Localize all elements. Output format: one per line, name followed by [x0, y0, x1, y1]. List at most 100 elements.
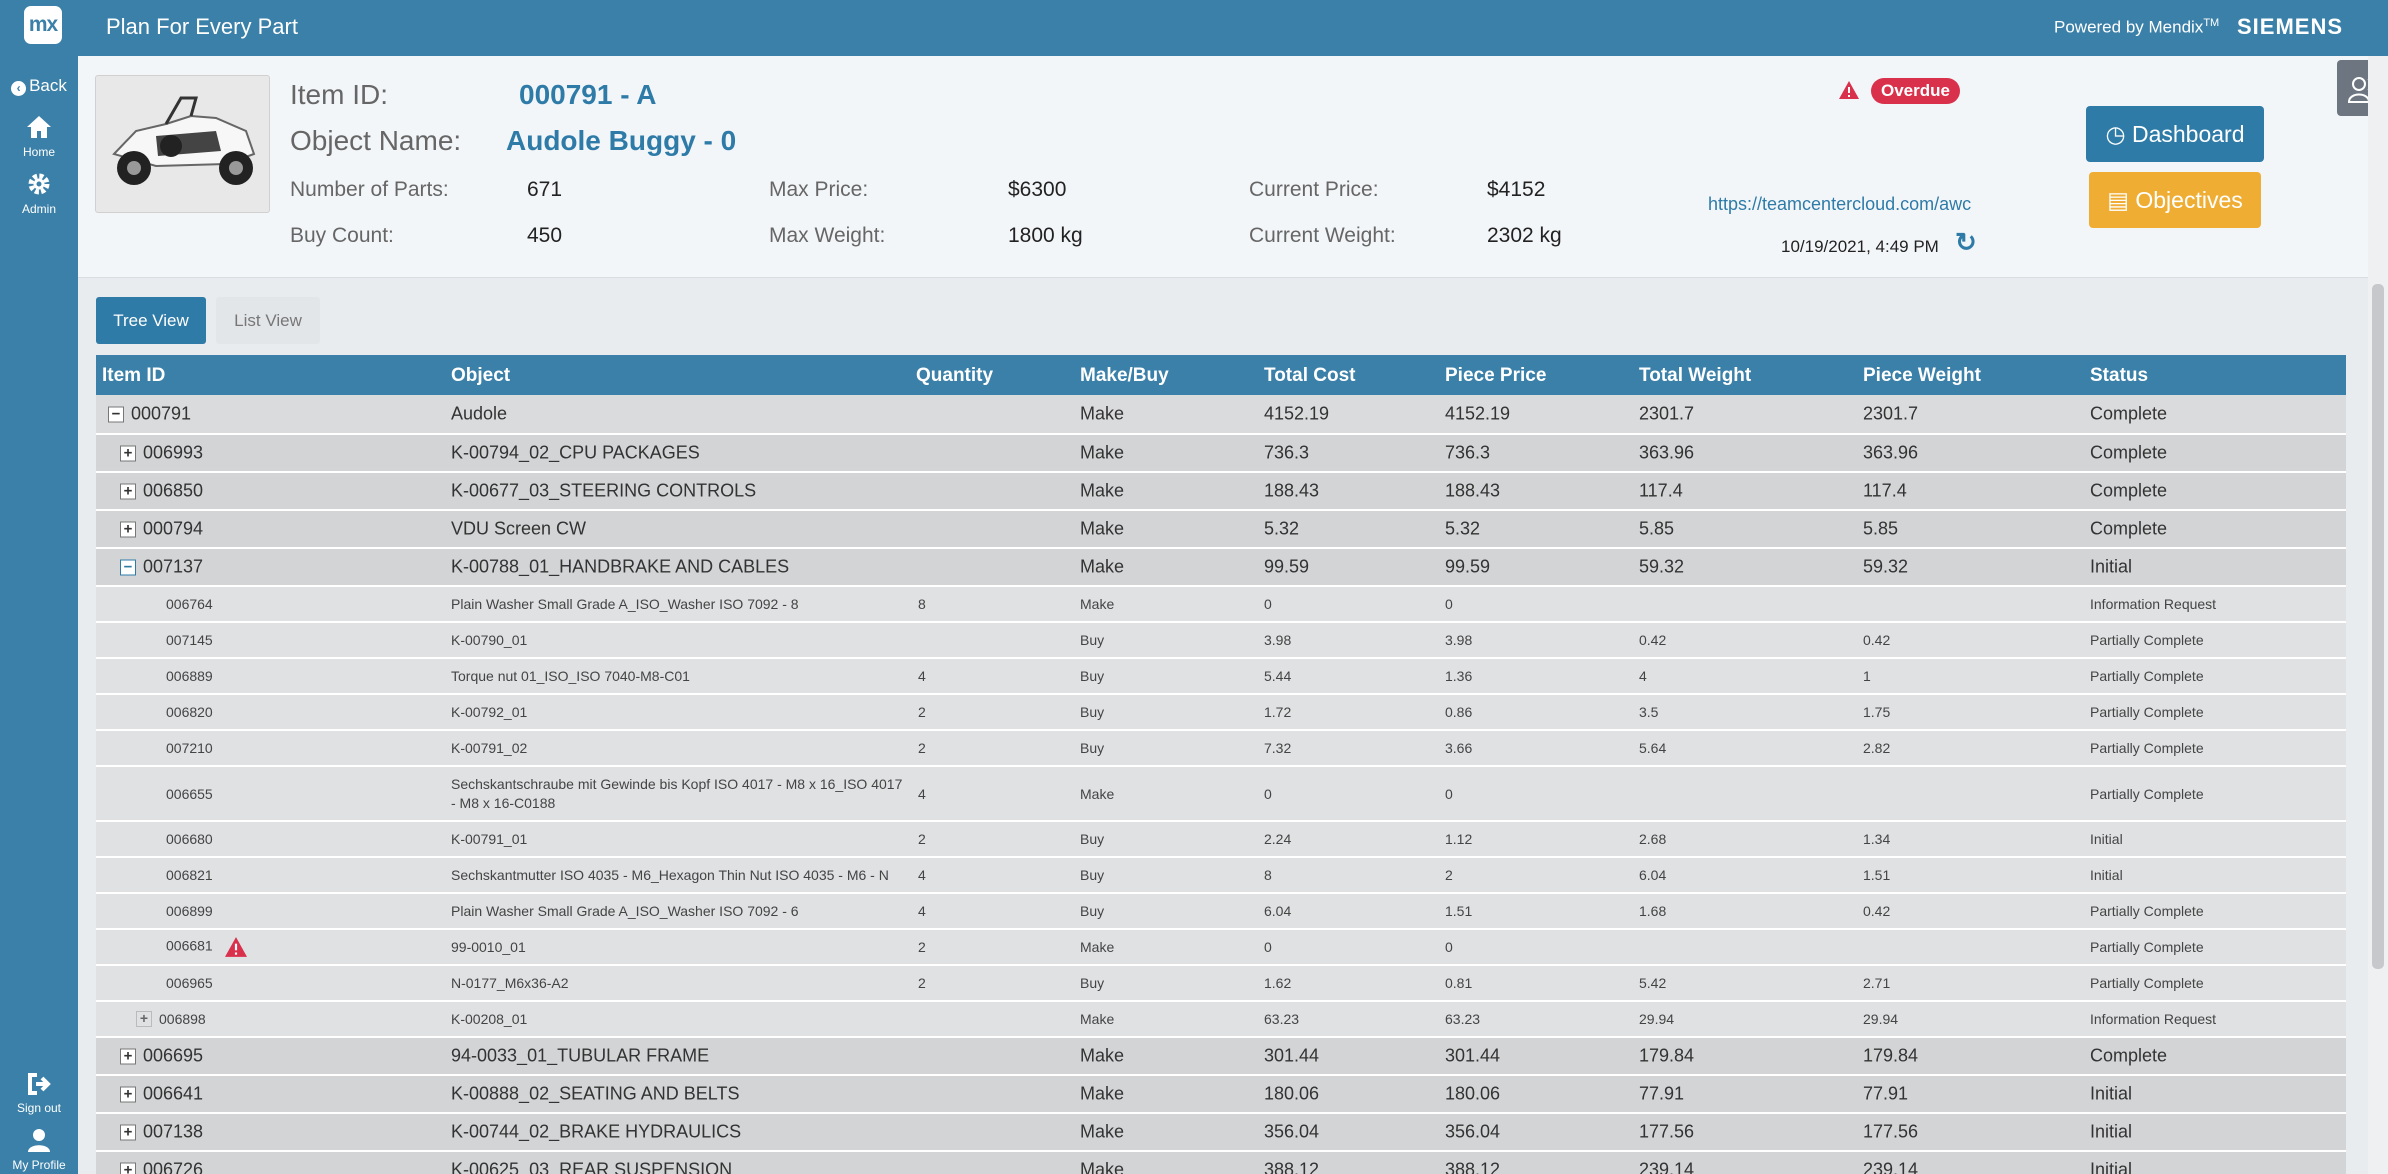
item-id-text[interactable]: 006726	[143, 1160, 203, 1174]
item-id-text[interactable]: 006655	[166, 786, 213, 802]
expand-icon[interactable]: +	[120, 445, 136, 462]
cell-item-id: 006681	[166, 936, 249, 958]
cell-status: Partially Complete	[2090, 704, 2204, 720]
col-header-total-weight[interactable]: Total Weight	[1639, 365, 1751, 387]
item-id-text[interactable]: 006889	[166, 668, 213, 684]
cell-piece-price: 63.23	[1445, 1011, 1481, 1027]
table-row[interactable]: +006726 K-00625_03_REAR SUSPENSION Make 388…	[96, 1152, 2346, 1174]
item-id-text[interactable]: 000791	[131, 404, 191, 424]
col-header-make-buy[interactable]: Make/Buy	[1080, 365, 1169, 387]
table-row[interactable]: +007138 K-00744_02_BRAKE HYDRAULICS Make 35…	[96, 1114, 2346, 1152]
cell-piece-price: 0	[1445, 939, 1453, 955]
table-row[interactable]: 006820 K-00792_01 2 Buy 1.72 0.86 3.5 1.75 Parti…	[96, 695, 2346, 731]
dashboard-button[interactable]: ◷ Dashboard	[2086, 106, 2264, 162]
expand-icon[interactable]: +	[120, 1162, 136, 1174]
table-row[interactable]: +000794 VDU Screen CW Make 5.32 5.32 5.85 5.85…	[96, 511, 2346, 549]
cell-total-weight: 363.96	[1639, 442, 1695, 463]
col-header-piece-weight[interactable]: Piece Weight	[1863, 365, 1981, 387]
user-icon	[0, 1127, 78, 1158]
table-row[interactable]: 006821 Sechskantmutter ISO 4035 - M6_Hexa…	[96, 858, 2346, 894]
overdue-badge: Overdue	[1871, 78, 1960, 104]
item-id-text[interactable]: 006820	[166, 704, 213, 720]
col-header-piece-price[interactable]: Piece Price	[1445, 365, 1546, 387]
item-id-text[interactable]: 006764	[166, 596, 213, 612]
table-row[interactable]: 006764 Plain Washer Small Grade A_ISO_Was…	[96, 587, 2346, 623]
cell-object: K-00625_03_REAR SUSPENSION	[451, 1159, 733, 1174]
sign-out-nav[interactable]: Sign out	[0, 1072, 78, 1115]
refresh-icon[interactable]: ↻	[1955, 227, 1977, 258]
cell-status: Partially Complete	[2090, 632, 2204, 648]
col-header-status[interactable]: Status	[2090, 365, 2148, 387]
col-header-quantity[interactable]: Quantity	[916, 365, 993, 387]
cell-status: Complete	[2090, 518, 2168, 539]
cell-piece-weight: 239.14	[1863, 1159, 1919, 1174]
expand-icon[interactable]: +	[120, 1048, 136, 1065]
cell-make: Make	[1080, 518, 1125, 539]
item-id-text[interactable]: 006695	[143, 1046, 203, 1066]
table-row[interactable]: −007137 K-00788_01_HANDBRAKE AND CABLES Ma…	[96, 549, 2346, 587]
warning-icon	[1838, 80, 1860, 105]
item-id-text[interactable]: 006641	[143, 1084, 203, 1104]
expand-icon[interactable]: +	[136, 1011, 152, 1027]
admin-nav[interactable]: Admin	[0, 171, 78, 216]
item-id-text[interactable]: 007145	[166, 632, 213, 648]
mendix-logo[interactable]: mx	[24, 6, 62, 44]
cell-total-cost: 180.06	[1264, 1083, 1320, 1104]
item-id-text[interactable]: 006821	[166, 867, 213, 883]
item-id-text[interactable]: 007137	[143, 557, 203, 577]
table-row[interactable]: +006898 K-00208_01 Make 63.23 63.23 29.94 29.9…	[96, 1002, 2346, 1038]
expand-icon[interactable]: +	[120, 1086, 136, 1103]
home-nav[interactable]: Home	[0, 114, 78, 159]
cell-piece-price: 1.51	[1445, 903, 1473, 919]
table-row[interactable]: 007145 K-00790_01 Buy 3.98 3.98 0.42 0.42 Parti…	[96, 623, 2346, 659]
item-id-text[interactable]: 007210	[166, 740, 213, 756]
table-row[interactable]: 006681 99-0010_01 2 Make 0 0 Partially Complet…	[96, 930, 2346, 966]
col-header-total-cost[interactable]: Total Cost	[1264, 365, 1355, 387]
tab-list-view[interactable]: List View	[216, 297, 320, 344]
table-row[interactable]: −000791 Audole Make 4152.19 4152.19 2301.7 230…	[96, 395, 2346, 435]
table-row[interactable]: 006965 N-0177_M6x36-A2 2 Buy 1.62 0.81 5.42 2.7…	[96, 966, 2346, 1002]
item-id-text[interactable]: 007138	[143, 1122, 203, 1142]
item-id-text[interactable]: 006993	[143, 443, 203, 463]
item-id-text[interactable]: 006899	[166, 903, 213, 919]
scrollbar-thumb[interactable]	[2372, 284, 2384, 969]
cell-item-id: +006993	[120, 443, 203, 464]
item-id-text[interactable]: 006850	[143, 481, 203, 501]
table-row[interactable]: 006680 K-00791_01 2 Buy 2.24 1.12 2.68 1.34 Init…	[96, 822, 2346, 858]
table-row[interactable]: 006655 Sechskantschraube mit Gewinde bis …	[96, 767, 2346, 822]
col-header-object[interactable]: Object	[451, 365, 510, 387]
table-row[interactable]: 007210 K-00791_02 2 Buy 7.32 3.66 5.64 2.82 Part…	[96, 731, 2346, 767]
cell-item-id: 006680	[166, 831, 213, 847]
table-row[interactable]: +006641 K-00888_02_SEATING AND BELTS Make 1…	[96, 1076, 2346, 1114]
cell-object: Audole	[451, 403, 508, 424]
expand-icon[interactable]: +	[120, 1124, 136, 1141]
objectives-button[interactable]: ▤ Objectives	[2089, 172, 2261, 228]
item-id-text[interactable]: 000794	[143, 519, 203, 539]
table-row[interactable]: +006850 K-00677_03_STEERING CONTROLS Make 1…	[96, 473, 2346, 511]
table-row[interactable]: +006993 K-00794_02_CPU PACKAGES Make 736.3 7…	[96, 435, 2346, 473]
cell-qty: 2	[918, 975, 926, 991]
tab-tree-view[interactable]: Tree View	[96, 297, 206, 344]
item-id-text[interactable]: 006965	[166, 975, 213, 991]
item-id-text[interactable]: 006898	[159, 1011, 206, 1027]
expand-icon[interactable]: +	[120, 521, 136, 538]
cell-total-weight: 5.42	[1639, 975, 1667, 991]
table-row[interactable]: +006695 94-0033_01_TUBULAR FRAME Make 301.4…	[96, 1038, 2346, 1076]
item-id-text[interactable]: 006681	[166, 938, 213, 954]
expand-icon[interactable]: +	[120, 483, 136, 500]
item-id-text[interactable]: 006680	[166, 831, 213, 847]
top-bar: mx Plan For Every Part Powered by Mendix…	[0, 0, 2388, 56]
list-icon: ▤	[2107, 187, 2129, 213]
cell-item-id: +006641	[120, 1084, 203, 1105]
col-header-item-id[interactable]: Item ID	[102, 365, 165, 387]
table-row[interactable]: 006889 Torque nut 01_ISO_ISO 7040-M8-C01 4…	[96, 659, 2346, 695]
collapse-icon[interactable]: −	[108, 406, 124, 423]
profile-nav[interactable]: My Profile	[0, 1127, 78, 1172]
vertical-scrollbar[interactable]	[2368, 56, 2388, 1174]
cell-object: N-0177_M6x36-A2	[451, 975, 569, 991]
cell-item-id: 007145	[166, 632, 213, 648]
table-row[interactable]: 006899 Plain Washer Small Grade A_ISO_Was…	[96, 894, 2346, 930]
back-button[interactable]: ‹ Back	[0, 76, 78, 96]
teamcenter-link[interactable]: https://teamcentercloud.com/awc	[1708, 194, 1971, 215]
collapse-icon[interactable]: −	[120, 559, 136, 576]
